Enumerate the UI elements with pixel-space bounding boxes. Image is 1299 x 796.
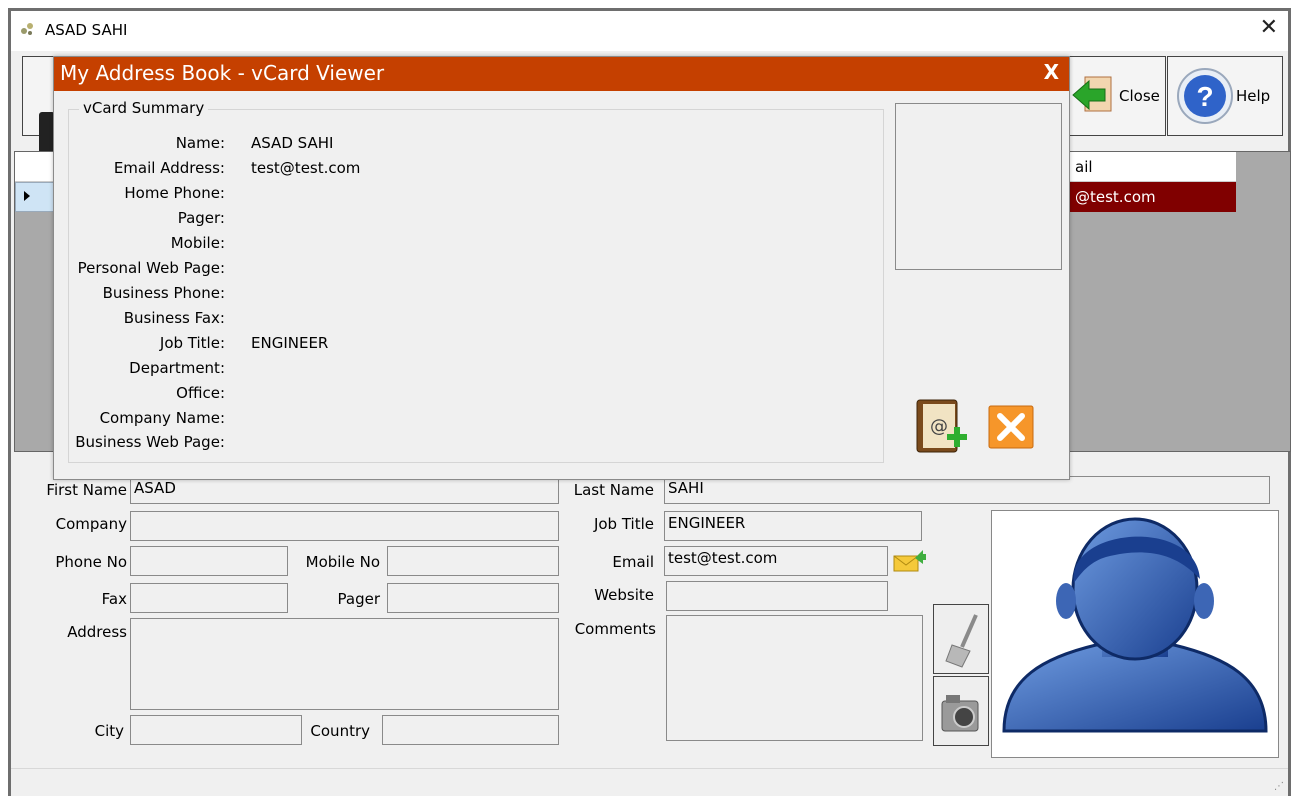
- comments-field[interactable]: [666, 615, 923, 741]
- mobile-label: Mobile No: [305, 553, 380, 571]
- vcard-summary-title: vCard Summary: [79, 99, 209, 117]
- vcard-photo: [895, 103, 1062, 270]
- help-label: Help: [1236, 87, 1271, 105]
- vcard-row-office: Office:: [69, 384, 869, 408]
- company-field[interactable]: [130, 511, 559, 541]
- vcard-value: ENGINEER: [251, 334, 329, 352]
- cancel-x-icon[interactable]: [988, 405, 1034, 449]
- svg-text:@: @: [930, 416, 948, 437]
- app-logo-icon: [21, 23, 33, 35]
- close-arrow-icon: [1072, 76, 1112, 112]
- add-contact-icon[interactable]: @: [913, 398, 971, 456]
- job-title-field[interactable]: ENGINEER: [664, 511, 922, 541]
- city-field[interactable]: [130, 715, 302, 745]
- comments-label: Comments: [574, 620, 656, 638]
- row-selector-icon: [24, 191, 30, 201]
- contact-photo[interactable]: [991, 510, 1279, 758]
- dialog-title: My Address Book - vCard Viewer: [60, 61, 385, 85]
- status-bar: ⋰: [11, 768, 1288, 796]
- vcard-label: Pager:: [177, 209, 225, 227]
- dialog-close-button[interactable]: X: [1044, 60, 1059, 84]
- vcard-row-business-fax: Business Fax:: [69, 309, 869, 333]
- vcard-label: Department:: [129, 359, 225, 377]
- svg-text:?: ?: [1196, 81, 1213, 112]
- vcard-row-business-web: Business Web Page:: [69, 433, 869, 457]
- vcard-label: Mobile:: [170, 234, 225, 252]
- send-email-icon[interactable]: [893, 548, 927, 572]
- email-label: Email: [612, 553, 654, 571]
- vcard-row-company: Company Name:: [69, 409, 869, 433]
- country-field[interactable]: [382, 715, 559, 745]
- job-title-label: Job Title: [593, 515, 654, 533]
- title-bar: ASAD SAHI ✕: [11, 11, 1288, 51]
- vcard-summary-group: vCard Summary Name: ASAD SAHI Email Addre…: [68, 99, 884, 463]
- last-name-field[interactable]: SAHI: [664, 476, 1270, 504]
- help-button[interactable]: ? Help: [1167, 56, 1283, 136]
- vcard-value: ASAD SAHI: [251, 134, 334, 152]
- vcard-row-business-phone: Business Phone:: [69, 284, 869, 308]
- vcard-label: Company Name:: [99, 409, 225, 427]
- vcard-label: Name:: [175, 134, 225, 152]
- website-label: Website: [594, 586, 654, 604]
- vcard-label: Job Title:: [159, 334, 225, 352]
- vcard-row-pager: Pager:: [69, 209, 869, 233]
- camera-icon: [941, 695, 979, 732]
- fax-field[interactable]: [130, 583, 288, 613]
- window-close-button[interactable]: ✕: [1260, 17, 1278, 39]
- vcard-label: Business Phone:: [102, 284, 225, 302]
- vcard-label: Email Address:: [113, 159, 225, 177]
- clear-photo-button[interactable]: [933, 604, 989, 674]
- grid-row-header[interactable]: [15, 182, 55, 212]
- company-label: Company: [55, 515, 127, 533]
- dialog-title-bar: My Address Book - vCard Viewer X: [54, 57, 1069, 91]
- vcard-row-home-phone: Home Phone:: [69, 184, 869, 208]
- country-label: Country: [310, 722, 370, 740]
- last-name-label: Last Name: [573, 481, 654, 499]
- phone-label: Phone No: [55, 553, 127, 571]
- address-field[interactable]: [130, 618, 559, 710]
- vcard-value: test@test.com: [251, 159, 361, 177]
- close-label: Close: [1119, 87, 1160, 105]
- vcard-row-job-title: Job Title: ENGINEER: [69, 334, 869, 358]
- first-name-field[interactable]: ASAD: [130, 476, 559, 504]
- vcard-row-personal-web: Personal Web Page:: [69, 259, 869, 283]
- grid-column-email[interactable]: ail: [1075, 158, 1093, 176]
- help-question-icon: ?: [1177, 68, 1233, 124]
- first-name-label: First Name: [46, 481, 127, 499]
- vcard-row-department: Department:: [69, 359, 869, 383]
- user-avatar-icon: [1002, 517, 1268, 733]
- email-field[interactable]: test@test.com: [664, 546, 888, 576]
- vcard-label: Home Phone:: [124, 184, 225, 202]
- pager-label: Pager: [337, 590, 380, 608]
- capture-photo-button[interactable]: [933, 676, 989, 746]
- pager-field[interactable]: [387, 583, 559, 613]
- mobile-field[interactable]: [387, 546, 559, 576]
- vcard-viewer-dialog: My Address Book - vCard Viewer X vCard S…: [53, 56, 1070, 480]
- grid-cell-email[interactable]: @test.com: [1075, 188, 1156, 206]
- fax-label: Fax: [101, 590, 127, 608]
- phone-field[interactable]: [130, 546, 288, 576]
- city-label: City: [94, 722, 124, 740]
- close-button[interactable]: Close: [1058, 56, 1166, 136]
- website-field[interactable]: [666, 581, 888, 611]
- vcard-row-name: Name: ASAD SAHI: [69, 134, 869, 158]
- vcard-label: Business Fax:: [123, 309, 225, 327]
- vcard-label: Personal Web Page:: [77, 259, 225, 277]
- resize-grip-icon[interactable]: ⋰: [1274, 781, 1284, 792]
- broom-icon: [945, 614, 978, 668]
- vcard-label: Office:: [176, 384, 225, 402]
- window-title: ASAD SAHI: [45, 21, 128, 39]
- vcard-label: Business Web Page:: [75, 433, 225, 451]
- vcard-row-mobile: Mobile:: [69, 234, 869, 258]
- address-label: Address: [67, 623, 127, 641]
- vcard-row-email: Email Address: test@test.com: [69, 159, 869, 183]
